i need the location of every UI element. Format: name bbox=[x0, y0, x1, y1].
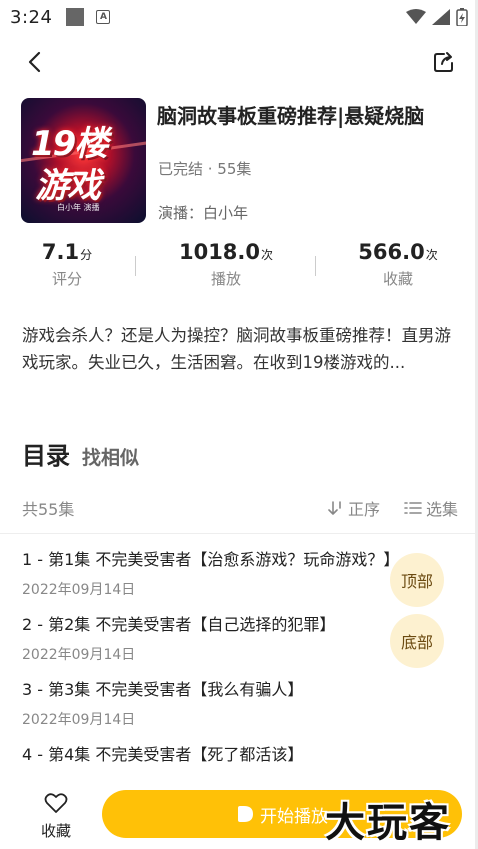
find-similar-tab[interactable]: 找相似 bbox=[82, 443, 139, 470]
watermark: 大玩客 bbox=[325, 800, 451, 846]
stat-label: 收藏 bbox=[382, 270, 413, 288]
catalog-title[interactable]: 目录 bbox=[22, 436, 70, 471]
stat-label: 播放 bbox=[210, 270, 241, 288]
episode-item[interactable]: 2 - 第2集 不完美受害者【自己选择的犯罪】 2022年09月14日 bbox=[22, 611, 452, 676]
episode-item[interactable]: 3 - 第3集 不完美受害者【我么有骗人】 2022年09月14日 bbox=[22, 676, 452, 741]
signal-icon bbox=[432, 9, 450, 25]
stat-plays: 1018.0次 播放 bbox=[151, 240, 301, 289]
status-bar: 3:24 A bbox=[0, 0, 478, 34]
stat-unit: 次 bbox=[261, 248, 274, 262]
stat-favorites: 566.0次 收藏 bbox=[323, 240, 473, 289]
select-label: 选集 bbox=[425, 500, 458, 519]
back-arrow-icon bbox=[28, 51, 41, 73]
status-time: 3:24 bbox=[10, 6, 53, 28]
cover-title-line2: 游戏 bbox=[35, 166, 101, 206]
stats-row: 7.1分 评分 1018.0次 播放 566.0次 收藏 bbox=[0, 240, 478, 296]
album-cover: 19楼 游戏 白小年 演播 bbox=[21, 98, 146, 223]
stat-value: 1018.0 bbox=[178, 240, 261, 264]
stat-rating: 7.1分 评分 bbox=[0, 240, 142, 289]
wifi-icon bbox=[406, 9, 426, 24]
episode-list: 1 - 第1集 不完美受害者【治愈系游戏？玩命游戏？】 2022年09月14日 … bbox=[22, 546, 452, 806]
app-badge-icon: A bbox=[96, 10, 111, 24]
sort-label: 正序 bbox=[347, 500, 380, 519]
select-episode-button[interactable]: 选集 bbox=[404, 496, 458, 520]
list-icon bbox=[404, 502, 422, 514]
episode-date: 2022年09月14日 bbox=[22, 582, 136, 598]
scroll-bottom-button[interactable]: 底部 bbox=[390, 614, 444, 668]
stat-label: 评分 bbox=[51, 270, 82, 288]
scroll-top-button[interactable]: 顶部 bbox=[390, 553, 444, 607]
episode-count-row: 共55集 正序 选集 bbox=[22, 496, 458, 522]
album-description[interactable]: 游戏会杀人？还是人为操控？脑洞故事板重磅推荐！直男游戏玩家。失业已久，生活困窘。… bbox=[22, 322, 462, 376]
divider bbox=[0, 533, 478, 534]
favorite-label: 收藏 bbox=[40, 822, 71, 840]
sort-button[interactable]: 正序 bbox=[328, 496, 380, 520]
favorite-button[interactable]: 收藏 bbox=[34, 792, 78, 841]
heart-icon bbox=[44, 793, 68, 813]
stat-unit: 分 bbox=[80, 248, 93, 262]
play-icon bbox=[238, 806, 253, 822]
episode-date: 2022年09月14日 bbox=[22, 647, 136, 663]
episode-title: 4 - 第4集 不完美受害者【死了都活该】 bbox=[22, 745, 304, 764]
episode-date: 2022年09月14日 bbox=[22, 712, 136, 728]
episode-title: 2 - 第2集 不完美受害者【自己选择的犯罪】 bbox=[22, 615, 336, 634]
album-title: 脑洞故事板重磅推荐|悬疑烧脑 bbox=[157, 104, 425, 128]
stat-divider bbox=[135, 256, 136, 276]
stat-divider bbox=[315, 256, 316, 276]
episode-item[interactable]: 1 - 第1集 不完美受害者【治愈系游戏？玩命游戏？】 2022年09月14日 bbox=[22, 546, 452, 611]
status-indicators bbox=[406, 8, 468, 26]
cover-credit: 白小年 演播 bbox=[57, 203, 100, 212]
album-anchor[interactable]: 演播：白小年 bbox=[158, 202, 248, 223]
back-button[interactable] bbox=[18, 46, 50, 78]
play-label: 开始播放 bbox=[260, 806, 328, 827]
episode-count: 共55集 bbox=[22, 500, 75, 519]
top-bar bbox=[0, 40, 478, 84]
share-button[interactable] bbox=[428, 46, 460, 78]
battery-icon bbox=[456, 8, 468, 26]
stat-unit: 次 bbox=[425, 248, 438, 262]
stat-value: 566.0 bbox=[358, 240, 425, 264]
stat-value: 7.1 bbox=[41, 240, 80, 264]
catalog-header: 目录 找相似 bbox=[22, 436, 139, 471]
episode-title: 3 - 第3集 不完美受害者【我么有骗人】 bbox=[22, 680, 304, 699]
share-icon bbox=[434, 52, 453, 72]
episode-title: 1 - 第1集 不完美受害者【治愈系游戏？玩命游戏？】 bbox=[22, 550, 400, 569]
sort-icon bbox=[328, 501, 341, 515]
notification-icon bbox=[66, 8, 85, 26]
album-meta: 已完结 · 55集 bbox=[158, 160, 252, 178]
